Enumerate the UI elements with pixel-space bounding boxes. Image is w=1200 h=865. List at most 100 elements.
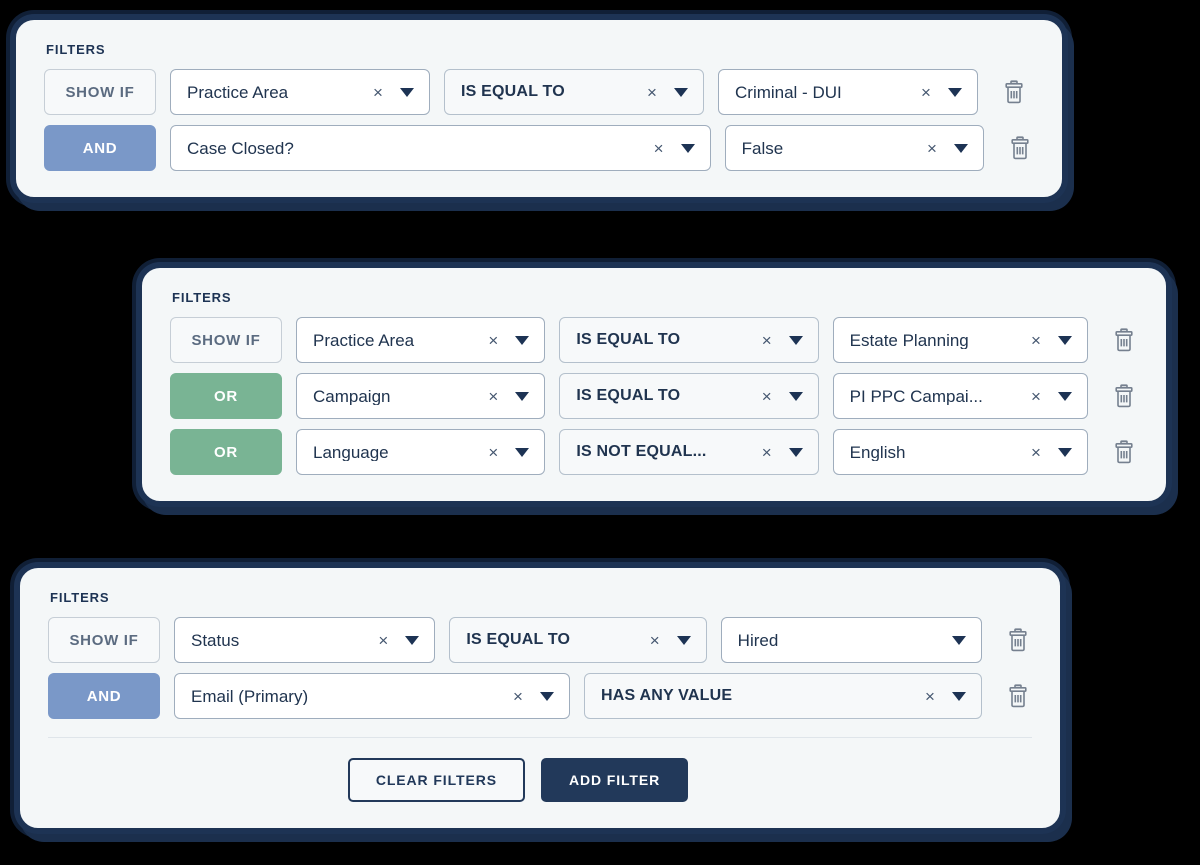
filter-row: SHOW IF Status × IS EQUAL TO × Hired <box>48 617 1032 663</box>
chevron-down-icon[interactable] <box>680 140 696 156</box>
filter-card-status: FILTERS SHOW IF Status × IS EQUAL TO × H… <box>18 566 1062 830</box>
property-select[interactable]: Status × <box>174 617 436 663</box>
chevron-down-icon[interactable] <box>788 388 804 404</box>
chevron-down-icon[interactable] <box>673 84 689 100</box>
logic-pill-show-if[interactable]: SHOW IF <box>170 317 282 363</box>
chevron-down-icon[interactable] <box>514 332 530 348</box>
delete-filter-button[interactable] <box>1110 437 1138 467</box>
value-select[interactable]: Criminal - DUI × <box>718 69 978 115</box>
clear-icon[interactable]: × <box>758 387 776 405</box>
chevron-down-icon[interactable] <box>788 332 804 348</box>
clear-icon[interactable]: × <box>484 443 502 461</box>
clear-icon[interactable]: × <box>646 631 664 649</box>
clear-icon[interactable]: × <box>917 83 935 101</box>
logic-pill-show-if[interactable]: SHOW IF <box>48 617 160 663</box>
value-text: Estate Planning <box>849 331 969 349</box>
clear-icon[interactable]: × <box>1027 387 1045 405</box>
clear-icon[interactable]: × <box>484 331 502 349</box>
value-text: English <box>849 443 906 461</box>
property-value: Practice Area <box>313 331 415 349</box>
clear-icon[interactable]: × <box>369 83 387 101</box>
logic-pill-and[interactable]: AND <box>48 673 160 719</box>
delete-filter-button[interactable] <box>1000 77 1028 107</box>
clear-icon[interactable]: × <box>509 687 527 705</box>
clear-icon[interactable]: × <box>758 331 776 349</box>
delete-filter-button[interactable] <box>1006 133 1034 163</box>
chevron-down-icon[interactable] <box>1057 332 1073 348</box>
property-select[interactable]: Campaign × <box>296 373 546 419</box>
chevron-down-icon[interactable] <box>514 388 530 404</box>
filters-label: FILTERS <box>50 590 110 605</box>
operator-value: IS EQUAL TO <box>576 388 681 404</box>
value-select[interactable]: Estate Planning × <box>832 317 1088 363</box>
property-value: Campaign <box>313 387 391 405</box>
property-select[interactable]: Language × <box>296 429 546 475</box>
property-value: Practice Area <box>187 83 289 101</box>
property-value: Email (Primary) <box>191 687 309 705</box>
delete-filter-button[interactable] <box>1110 381 1138 411</box>
logic-pill-and[interactable]: AND <box>44 125 156 171</box>
property-select[interactable]: Email (Primary) × <box>174 673 571 719</box>
property-select[interactable]: Practice Area × <box>296 317 546 363</box>
filters-label: FILTERS <box>172 290 232 305</box>
chevron-down-icon[interactable] <box>1057 444 1073 460</box>
chevron-down-icon[interactable] <box>539 688 555 704</box>
operator-select[interactable]: IS EQUAL TO × <box>559 317 819 363</box>
chevron-down-icon[interactable] <box>951 688 967 704</box>
operator-select[interactable]: IS EQUAL TO × <box>449 617 707 663</box>
delete-filter-button[interactable] <box>1110 325 1138 355</box>
operator-value: IS EQUAL TO <box>576 332 681 348</box>
operator-select[interactable]: IS NOT EQUAL... × <box>559 429 819 475</box>
clear-icon[interactable]: × <box>1027 331 1045 349</box>
chevron-down-icon[interactable] <box>788 444 804 460</box>
clear-icon[interactable]: × <box>923 139 941 157</box>
logic-pill-or[interactable]: OR <box>170 429 282 475</box>
add-filter-button[interactable]: ADD FILTER <box>540 758 689 802</box>
operator-value: IS NOT EQUAL... <box>576 444 707 460</box>
value-text: False <box>741 139 784 157</box>
property-select[interactable]: Practice Area × <box>170 69 430 115</box>
clear-icon[interactable]: × <box>650 139 668 157</box>
property-select[interactable]: Case Closed? × <box>170 125 711 171</box>
delete-filter-button[interactable] <box>1004 625 1032 655</box>
clear-icon[interactable]: × <box>758 443 776 461</box>
chevron-down-icon[interactable] <box>947 84 963 100</box>
value-text: Criminal - DUI <box>735 83 842 101</box>
operator-select[interactable]: HAS ANY VALUE × <box>584 673 982 719</box>
clear-filters-button[interactable]: CLEAR FILTERS <box>347 758 525 802</box>
value-select[interactable]: False × <box>724 125 984 171</box>
clear-icon[interactable]: × <box>1027 443 1045 461</box>
logic-pill-or[interactable]: OR <box>170 373 282 419</box>
chevron-down-icon[interactable] <box>951 632 967 648</box>
value-select[interactable]: English × <box>832 429 1088 475</box>
clear-icon[interactable]: × <box>374 631 392 649</box>
logic-pill-show-if[interactable]: SHOW IF <box>44 69 156 115</box>
filter-row: OR Language × IS NOT EQUAL... × English … <box>170 429 1138 475</box>
clear-icon[interactable]: × <box>484 387 502 405</box>
operator-select[interactable]: IS EQUAL TO × <box>559 373 819 419</box>
operator-select[interactable]: IS EQUAL TO × <box>444 69 704 115</box>
chevron-down-icon[interactable] <box>399 84 415 100</box>
filter-row: OR Campaign × IS EQUAL TO × PI PPC Campa… <box>170 373 1138 419</box>
chevron-down-icon[interactable] <box>676 632 692 648</box>
value-text: Hired <box>737 631 779 649</box>
filter-row: SHOW IF Practice Area × IS EQUAL TO × Es… <box>170 317 1138 363</box>
property-value: Status <box>191 631 240 649</box>
value-select[interactable]: Hired <box>720 617 982 663</box>
filter-row: AND Case Closed? × False × <box>44 125 1034 171</box>
filter-row: AND Email (Primary) × HAS ANY VALUE × <box>48 673 1032 719</box>
chevron-down-icon[interactable] <box>404 632 420 648</box>
filter-row: SHOW IF Practice Area × IS EQUAL TO × Cr… <box>44 69 1034 115</box>
chevron-down-icon[interactable] <box>1057 388 1073 404</box>
clear-icon[interactable]: × <box>921 687 939 705</box>
filter-card-practice-area: FILTERS SHOW IF Practice Area × IS EQUAL… <box>14 18 1064 199</box>
property-value: Case Closed? <box>187 139 294 157</box>
filter-card-campaign: FILTERS SHOW IF Practice Area × IS EQUAL… <box>140 266 1168 503</box>
delete-filter-button[interactable] <box>1004 681 1032 711</box>
divider <box>48 737 1032 738</box>
value-select[interactable]: PI PPC Campai... × <box>832 373 1088 419</box>
clear-icon[interactable]: × <box>643 83 661 101</box>
value-text: PI PPC Campai... <box>849 387 983 405</box>
chevron-down-icon[interactable] <box>514 444 530 460</box>
chevron-down-icon[interactable] <box>953 140 969 156</box>
